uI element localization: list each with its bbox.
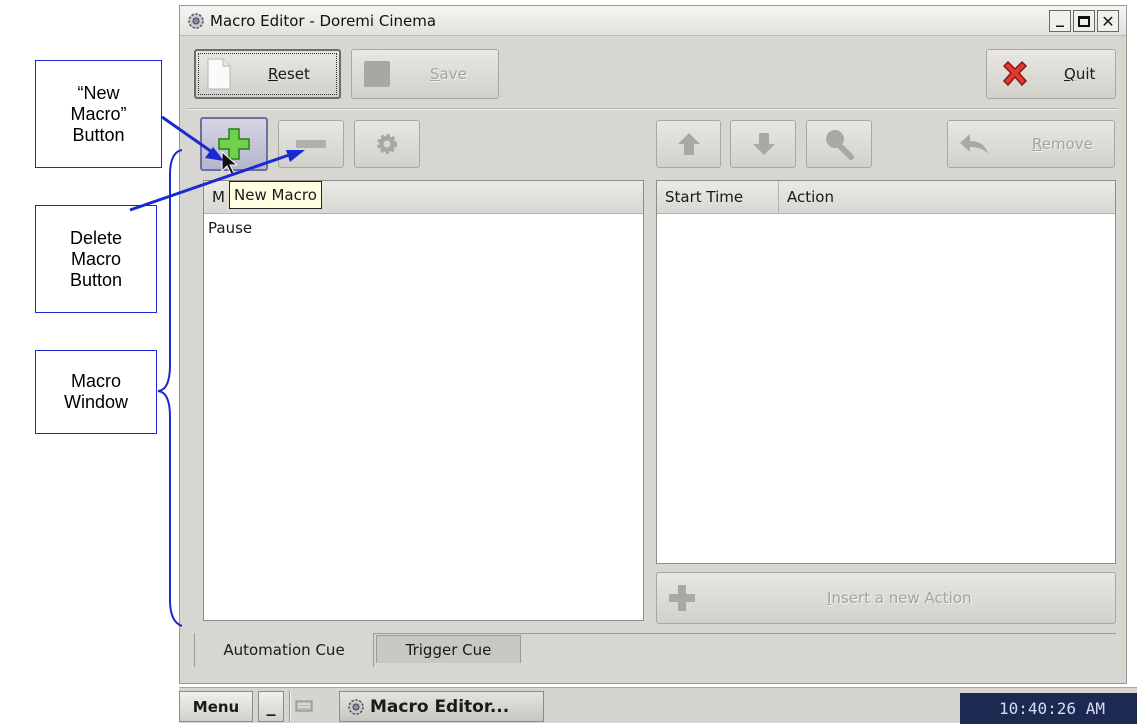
keyboard-icon <box>295 699 313 717</box>
taskbar-separator <box>289 691 291 722</box>
app-gear-icon <box>346 697 366 717</box>
macro-window-brace <box>157 149 183 627</box>
annotation-overlay <box>129 115 305 627</box>
new-macro-arrow-line <box>161 115 213 154</box>
menu-button[interactable]: Menu <box>179 691 253 722</box>
show-desktop-button[interactable]: _ <box>258 691 284 722</box>
tray-area <box>960 693 995 724</box>
delete-macro-arrow-line <box>129 152 293 212</box>
delete-macro-arrowhead <box>286 150 305 162</box>
clock: 10:40:26 AM <box>995 693 1137 724</box>
task-label: Macro Editor... <box>370 696 510 717</box>
taskbar-task-macro-editor[interactable]: Macro Editor... <box>339 691 544 722</box>
taskbar: Menu _ Macro Editor... 10:40:26 AM <box>179 687 1137 724</box>
